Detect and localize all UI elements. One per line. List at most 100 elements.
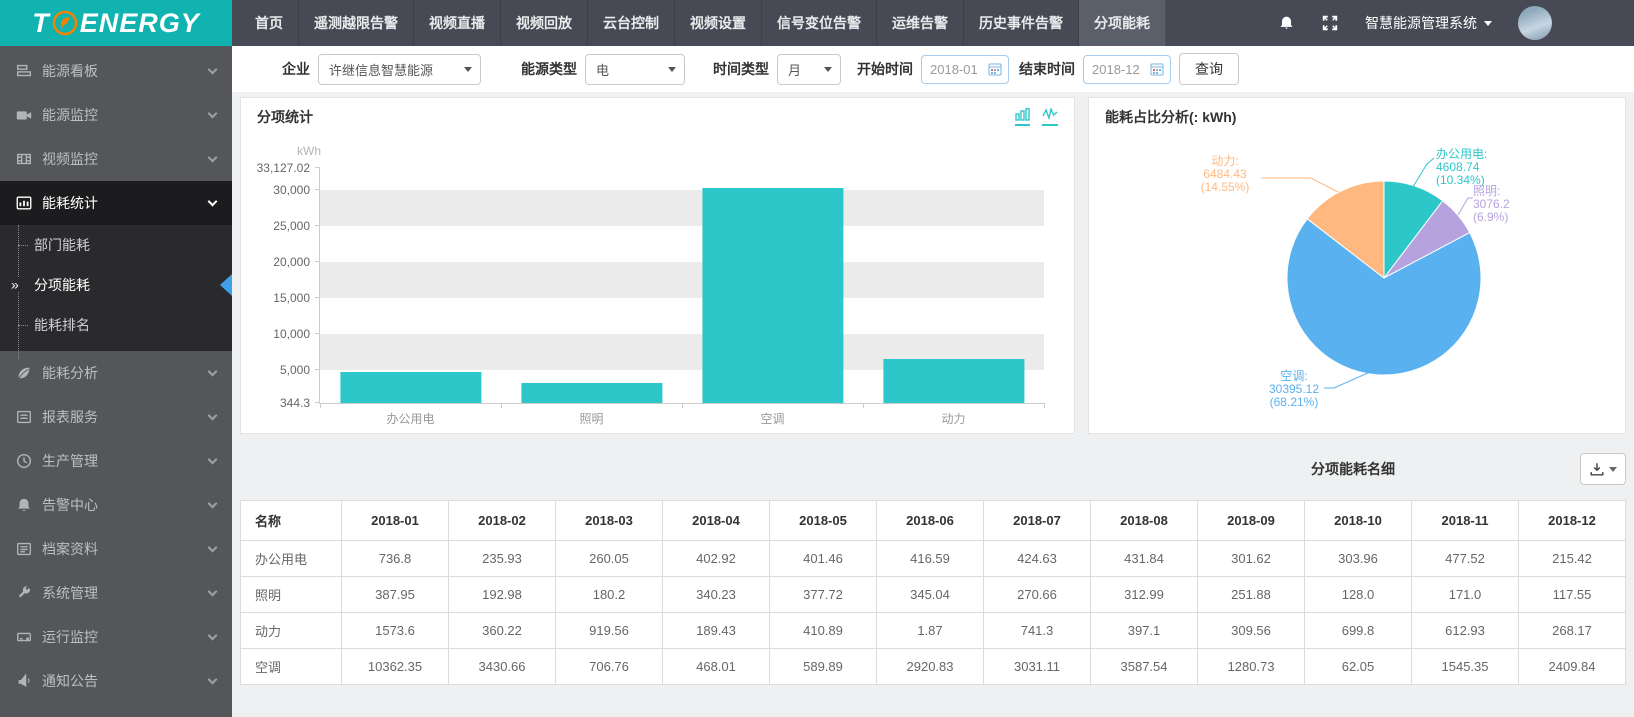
chevron-down-icon <box>208 455 218 465</box>
system-label: 智慧能源管理系统 <box>1365 13 1477 33</box>
sidebar-item-9[interactable]: 系统管理 <box>0 571 232 615</box>
value-cell: 699.8 <box>1305 613 1412 649</box>
x-tick-label: 办公用电 <box>386 410 434 427</box>
y-tick-mark <box>315 297 320 298</box>
nav-item-4[interactable]: 云台控制 <box>588 0 675 46</box>
calendar-icon <box>988 62 1002 76</box>
table-row: 空调10362.353430.66706.76468.01589.892920.… <box>241 649 1626 685</box>
chevron-down-icon <box>208 153 218 163</box>
pie-leader-line <box>1458 198 1473 215</box>
table-header-cell: 2018-09 <box>1198 501 1305 541</box>
sidebar-item-10[interactable]: 运行监控 <box>0 615 232 659</box>
bar-type-icon[interactable] <box>1015 108 1030 126</box>
company-select[interactable]: 许继信息智慧能源 <box>318 54 481 85</box>
end-date-input[interactable]: 2018-12 <box>1083 55 1171 84</box>
nav-item-1[interactable]: 遥测越限告警 <box>299 0 414 46</box>
nav-item-8[interactable]: 历史事件告警 <box>964 0 1079 46</box>
value-cell: 235.93 <box>449 541 556 577</box>
filter-bar: 企业 许继信息智慧能源 能源类型 电 时间类型 月 开始时间 2018-01 <box>232 46 1634 92</box>
sidebar-item-label: 通知公告 <box>42 671 98 691</box>
y-tick-label: 20,000 <box>273 255 310 269</box>
grid-band <box>320 190 1044 226</box>
nav-item-3[interactable]: 视频回放 <box>501 0 588 46</box>
value-cell: 477.52 <box>1412 541 1519 577</box>
system-menu[interactable]: 智慧能源管理系统 <box>1365 13 1492 33</box>
nav-item-6[interactable]: 信号变位告警 <box>762 0 877 46</box>
grid-band <box>320 168 1044 190</box>
time-type-select[interactable]: 月 <box>777 54 841 85</box>
table-row: 照明387.95192.98180.2340.23377.72345.04270… <box>241 577 1626 613</box>
sidebar-item-label: 告警中心 <box>42 495 98 515</box>
fullscreen-icon[interactable] <box>1321 14 1339 32</box>
pie-label-3: 动力:6484.43(14.55%) <box>1189 155 1261 194</box>
sidebar-subitem-3-0[interactable]: 部门能耗 <box>0 225 232 265</box>
sidebar-subitem-3-2[interactable]: 能耗排名 <box>0 305 232 345</box>
export-button[interactable] <box>1580 453 1626 485</box>
value-cell: 345.04 <box>877 577 984 613</box>
bar-3 <box>883 359 1024 403</box>
value-cell: 401.46 <box>770 541 877 577</box>
sidebar-item-6[interactable]: 生产管理 <box>0 439 232 483</box>
start-date-input[interactable]: 2018-01 <box>921 55 1009 84</box>
value-cell: 410.89 <box>770 613 877 649</box>
sidebar-subitem-3-1[interactable]: »分项能耗 <box>0 265 232 305</box>
sidebar-subitem-label: 分项能耗 <box>34 275 90 295</box>
bar-chart-icon <box>14 193 34 213</box>
sidebar-item-1[interactable]: 能源监控 <box>0 93 232 137</box>
energy-type-select[interactable]: 电 <box>585 54 685 85</box>
y-tick-label: 30,000 <box>273 183 310 197</box>
sidebar-item-0[interactable]: 能源看板 <box>0 49 232 93</box>
leaf-icon <box>14 363 34 383</box>
clock-icon <box>14 451 34 471</box>
calendar-icon <box>1150 62 1164 76</box>
value-cell: 387.95 <box>342 577 449 613</box>
sidebar-item-2[interactable]: 视频监控 <box>0 137 232 181</box>
sidebar-item-label: 能耗统计 <box>42 193 98 213</box>
sidebar-item-5[interactable]: 报表服务 <box>0 395 232 439</box>
sidebar-item-label: 档案资料 <box>42 539 98 559</box>
value-cell: 180.2 <box>556 577 663 613</box>
table-header-cell: 2018-10 <box>1305 501 1412 541</box>
bar-1 <box>521 383 662 403</box>
row-name-cell: 照明 <box>241 577 342 613</box>
sidebar-item-3[interactable]: 能耗统计 <box>0 181 232 225</box>
nav-item-9[interactable]: 分项能耗 <box>1079 0 1166 46</box>
value-cell: 1573.6 <box>342 613 449 649</box>
bell-icon[interactable] <box>1278 14 1295 32</box>
table-header-cell: 2018-05 <box>770 501 877 541</box>
nav-item-0[interactable]: 首页 <box>240 0 299 46</box>
y-tick-mark <box>315 167 320 168</box>
value-cell: 62.05 <box>1305 649 1412 685</box>
table-header-cell: 2018-03 <box>556 501 663 541</box>
y-tick-label: 5,000 <box>280 363 310 377</box>
energy-type-label: 能源类型 <box>521 59 577 79</box>
value-cell: 402.92 <box>663 541 770 577</box>
avatar[interactable] <box>1518 6 1552 40</box>
x-tick-mark <box>682 403 683 408</box>
chevron-down-icon <box>208 367 218 377</box>
y-tick-label: 33,127.02 <box>257 161 310 175</box>
line-type-icon[interactable] <box>1042 108 1058 126</box>
nav-item-7[interactable]: 运维告警 <box>877 0 964 46</box>
value-cell: 1545.35 <box>1412 649 1519 685</box>
y-tick-mark <box>315 369 320 370</box>
sidebar-item-7[interactable]: 告警中心 <box>0 483 232 527</box>
search-button[interactable]: 查询 <box>1179 53 1239 85</box>
sidebar-item-8[interactable]: 档案资料 <box>0 527 232 571</box>
nav-item-5[interactable]: 视频设置 <box>675 0 762 46</box>
sidebar-subitem-label: 能耗排名 <box>34 315 90 335</box>
sidebar-item-4[interactable]: 能耗分析 <box>0 351 232 395</box>
archive-icon <box>14 539 34 559</box>
value-cell: 301.62 <box>1198 541 1305 577</box>
bar-panel-title: 分项统计 <box>257 107 313 127</box>
x-tick-mark <box>501 403 502 408</box>
table-header-cell: 名称 <box>241 501 342 541</box>
grid-band <box>320 226 1044 262</box>
nav-item-2[interactable]: 视频直播 <box>414 0 501 46</box>
table-header-cell: 2018-07 <box>984 501 1091 541</box>
pie-leader-line <box>1411 158 1434 190</box>
value-cell: 260.05 <box>556 541 663 577</box>
value-cell: 192.98 <box>449 577 556 613</box>
x-tick-label: 照明 <box>579 410 603 427</box>
sidebar-item-11[interactable]: 通知公告 <box>0 659 232 703</box>
